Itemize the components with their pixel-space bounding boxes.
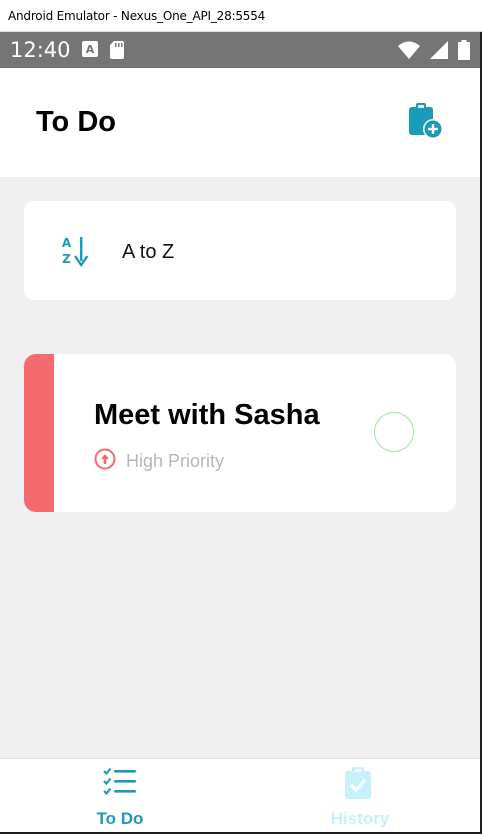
- priority-color-strip: [24, 354, 54, 512]
- sort-alpha-icon: A Z: [60, 235, 89, 272]
- sort-order-button[interactable]: A Z A to Z: [24, 201, 456, 300]
- tab-todo[interactable]: To Do: [0, 759, 240, 832]
- wifi-icon: [398, 41, 420, 64]
- bottom-navigation: To Do History: [0, 758, 480, 832]
- sd-card-icon: [110, 41, 124, 64]
- svg-text:A: A: [62, 236, 72, 250]
- status-bar: 12:40 A: [0, 32, 480, 68]
- accessibility-notification-icon: A: [82, 41, 98, 64]
- phone-screen: 12:40 A To Do A Z A to Z Meet with Sasha…: [0, 32, 482, 834]
- clipboard-check-icon: [343, 767, 373, 804]
- tab-todo-label: To Do: [96, 809, 144, 828]
- priority-label: High Priority: [126, 451, 225, 471]
- sort-label: A to Z: [122, 241, 175, 263]
- high-priority-arrow-icon: [94, 448, 116, 475]
- priority-row: High Priority: [94, 448, 224, 475]
- checklist-icon: [103, 767, 137, 802]
- emulator-window-title: Android Emulator - Nexus_One_API_28:5554: [8, 9, 266, 23]
- tab-history-label: History: [330, 809, 390, 828]
- cell-signal-icon: [430, 41, 448, 64]
- task-card[interactable]: Meet with Sasha High Priority: [24, 354, 456, 512]
- status-notification-icons: A: [82, 41, 124, 64]
- task-title: Meet with Sasha: [94, 399, 320, 431]
- page-title: To Do: [36, 106, 116, 138]
- status-time: 12:40: [10, 38, 71, 62]
- tab-history[interactable]: History: [240, 759, 480, 832]
- add-task-button[interactable]: [406, 102, 446, 147]
- clipboard-add-icon: [407, 102, 445, 147]
- app-header: To Do: [0, 68, 480, 177]
- complete-task-checkbox[interactable]: [374, 412, 414, 452]
- svg-text:A: A: [86, 43, 95, 56]
- status-system-icons: [398, 40, 470, 65]
- battery-icon: [458, 40, 470, 65]
- emulator-title-bar: Android Emulator - Nexus_One_API_28:5554: [0, 0, 483, 32]
- svg-text:Z: Z: [62, 252, 71, 266]
